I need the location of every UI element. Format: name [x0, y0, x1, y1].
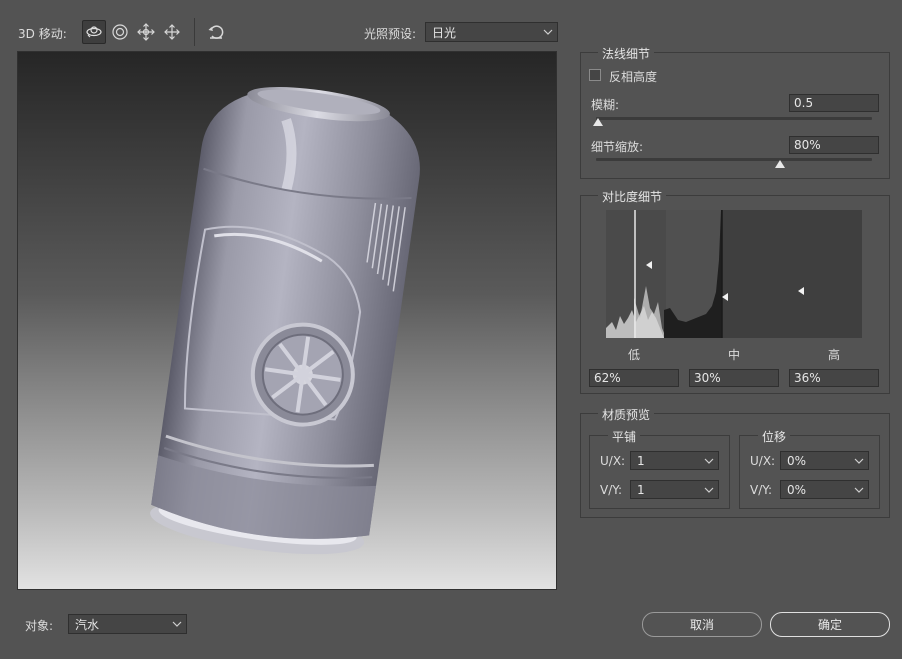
histogram-graphic [606, 210, 804, 338]
contrast-low-label: 低 [628, 348, 641, 362]
detail-scale-label: 细节缩放: [591, 140, 644, 154]
tiling-ux-label: U/X: [600, 454, 626, 468]
offset-vy-select[interactable]: 0% [780, 480, 869, 499]
chevron-down-icon [854, 487, 864, 493]
soda-can-render [150, 87, 420, 555]
contrast-mid-input[interactable]: 30% [689, 369, 779, 387]
contrast-low-value: 62% [594, 371, 621, 385]
chevron-down-icon [704, 458, 714, 464]
reset-icon [208, 25, 224, 39]
reset-view-button[interactable] [204, 20, 228, 44]
offset-vy-value: 0% [787, 482, 807, 497]
rotate-tool-button[interactable] [108, 20, 132, 44]
rotate-icon [112, 24, 128, 40]
tiling-vy-value: 1 [637, 482, 645, 497]
tiling-ux-value: 1 [637, 453, 645, 468]
contrast-low-input[interactable]: 62% [589, 369, 679, 387]
tiling-title: 平铺 [608, 428, 641, 445]
3d-preview-viewport[interactable] [17, 51, 557, 590]
pan-tool-button[interactable] [134, 20, 158, 44]
object-value: 汽水 [75, 617, 100, 632]
orbit-tool-button[interactable] [82, 20, 106, 44]
cancel-button-label: 取消 [689, 618, 714, 632]
contrast-mid-value: 30% [694, 371, 721, 385]
offset-ux-value: 0% [787, 453, 807, 468]
material-preview-title: 材质预览 [598, 406, 655, 423]
tiling-vy-select[interactable]: 1 [630, 480, 719, 499]
ok-button[interactable]: 确定 [770, 612, 890, 637]
orbit-icon [86, 26, 102, 38]
lighting-preset-value: 日光 [432, 25, 457, 40]
normal-detail-title: 法线细节 [598, 45, 655, 62]
chevron-down-icon [172, 621, 182, 627]
offset-ux-label: U/X: [750, 454, 776, 468]
blur-input[interactable]: 0.5 [789, 94, 879, 112]
detail-scale-input[interactable]: 80% [789, 136, 879, 154]
offset-title: 位移 [758, 428, 791, 445]
contrast-high-label: 高 [828, 348, 841, 362]
contrast-mid-label: 中 [728, 348, 741, 362]
slide-tool-button[interactable] [160, 20, 184, 44]
contrast-high-value: 36% [794, 371, 821, 385]
ok-button-label: 确定 [817, 618, 842, 632]
toolbar-separator [194, 18, 195, 46]
lighting-preset-label: 光照预设: [364, 27, 417, 41]
tiling-vy-label: V/Y: [600, 483, 623, 497]
lighting-preset-select[interactable]: 日光 [425, 22, 558, 42]
invert-height-label: 反相高度 [609, 70, 658, 84]
slide-icon [164, 24, 180, 40]
move-3d-label: 3D 移动: [18, 27, 67, 41]
blur-value: 0.5 [794, 96, 814, 110]
offset-ux-select[interactable]: 0% [780, 451, 869, 470]
detail-scale-value: 80% [794, 138, 821, 152]
invert-height-checkbox[interactable] [589, 69, 601, 81]
chevron-down-icon [854, 458, 864, 464]
object-select[interactable]: 汽水 [68, 614, 187, 634]
contrast-histogram[interactable] [606, 210, 862, 338]
cancel-button[interactable]: 取消 [642, 612, 762, 637]
contrast-high-input[interactable]: 36% [789, 369, 879, 387]
chevron-down-icon [543, 29, 553, 35]
chevron-down-icon [704, 487, 714, 493]
contrast-detail-title: 对比度细节 [598, 188, 667, 205]
offset-vy-label: V/Y: [750, 483, 773, 497]
blur-slider-track[interactable] [596, 117, 872, 120]
detail-scale-slider-track[interactable] [596, 158, 872, 161]
object-label: 对象: [25, 619, 54, 633]
pan-icon [137, 23, 155, 41]
detail-scale-slider-thumb[interactable] [775, 160, 785, 168]
blur-slider-thumb[interactable] [593, 118, 603, 126]
blur-label: 模糊: [591, 98, 620, 112]
tiling-ux-select[interactable]: 1 [630, 451, 719, 470]
